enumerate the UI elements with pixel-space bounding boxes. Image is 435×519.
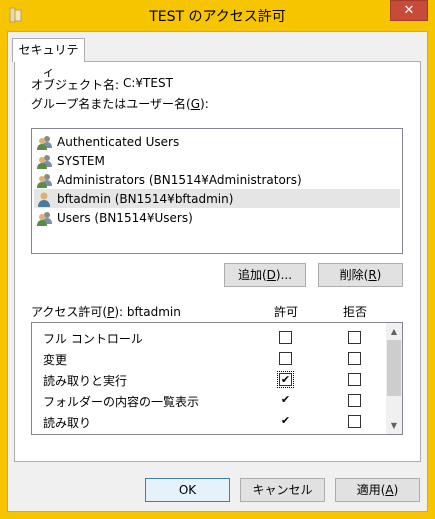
permissions-label: アクセス許可(P): bftadmin <box>31 305 181 319</box>
add-button[interactable]: 追加(D)... <box>224 263 306 287</box>
close-button[interactable]: ✕ <box>390 0 428 21</box>
allow-checkbox[interactable] <box>279 331 292 344</box>
deny-checkbox[interactable] <box>348 331 361 344</box>
allow-check-mark[interactable]: ✔ <box>279 394 292 407</box>
allow-checkbox-checked[interactable]: ✔ <box>277 371 294 388</box>
users-group-icon <box>37 211 52 226</box>
permission-name: 読み取りと実行 <box>43 374 128 388</box>
permission-name: 読み取り <box>43 416 92 430</box>
deny-checkbox[interactable] <box>348 373 361 386</box>
allow-column-header: 許可 <box>274 305 299 319</box>
user-name: Administrators (BN1514¥Administrators) <box>57 172 302 187</box>
allow-checkbox[interactable] <box>279 352 292 365</box>
user-list-item[interactable]: Users (BN1514¥Users) <box>34 208 400 227</box>
user-list-item[interactable]: SYSTEM <box>34 151 400 170</box>
user-list-item[interactable]: Administrators (BN1514¥Administrators) <box>34 170 400 189</box>
permission-row: 読み取りと実行 ✔ <box>32 369 387 390</box>
scroll-down-icon[interactable]: ▼ <box>386 418 402 433</box>
user-name: Users (BN1514¥Users) <box>57 210 193 225</box>
permissions-list[interactable]: フル コントロール 変更 読み取りと実行 ✔ フォルダーの内容の一覧表示 ✔ 読… <box>31 322 403 435</box>
title-bar[interactable]: TEST のアクセス許可 ✕ <box>0 0 435 31</box>
deny-column-header: 拒否 <box>343 305 368 319</box>
deny-checkbox[interactable] <box>348 394 361 407</box>
permissions-dialog: TEST のアクセス許可 ✕ セキュリティ オブジェクト名: C:¥TEST グ… <box>0 0 435 519</box>
object-name-value: C:¥TEST <box>123 76 173 90</box>
permission-name: 変更 <box>43 353 68 367</box>
users-group-icon <box>37 154 52 169</box>
deny-checkbox[interactable] <box>348 415 361 428</box>
permission-row: 読み取り ✔ <box>32 411 387 432</box>
user-list[interactable]: Authenticated Users SYSTEM Administrator… <box>31 128 403 254</box>
group-list-label: グループ名またはユーザー名(G): <box>31 97 209 111</box>
user-name: SYSTEM <box>57 153 105 168</box>
apply-button[interactable]: 適用(A) <box>335 478 420 502</box>
cancel-button[interactable]: キャンセル <box>240 478 325 502</box>
permissions-scrollbar[interactable]: ▲ ▼ <box>386 323 402 434</box>
users-group-icon <box>37 135 52 150</box>
scroll-up-icon[interactable]: ▲ <box>386 324 402 339</box>
deny-checkbox[interactable] <box>348 352 361 365</box>
remove-button[interactable]: 削除(R) <box>318 263 403 287</box>
user-name: Authenticated Users <box>57 134 180 149</box>
tab-security[interactable]: セキュリティ <box>12 38 85 79</box>
permission-name: フル コントロール <box>43 332 143 346</box>
scroll-thumb[interactable] <box>387 340 401 396</box>
permission-row: 変更 <box>32 348 387 369</box>
permission-row: フル コントロール <box>32 327 387 348</box>
user-icon <box>38 192 50 207</box>
allow-check-mark[interactable]: ✔ <box>279 415 292 428</box>
permission-row: フォルダーの内容の一覧表示 ✔ <box>32 390 387 411</box>
user-name: bftadmin (BN1514¥bftadmin) <box>57 191 234 206</box>
user-list-item[interactable]: Authenticated Users <box>34 132 400 151</box>
ok-button[interactable]: OK <box>145 478 230 502</box>
user-list-item-selected[interactable]: bftadmin (BN1514¥bftadmin) <box>34 189 400 208</box>
window-title: TEST のアクセス許可 <box>149 9 286 25</box>
permission-name: フォルダーの内容の一覧表示 <box>43 395 200 409</box>
users-group-icon <box>37 173 52 188</box>
